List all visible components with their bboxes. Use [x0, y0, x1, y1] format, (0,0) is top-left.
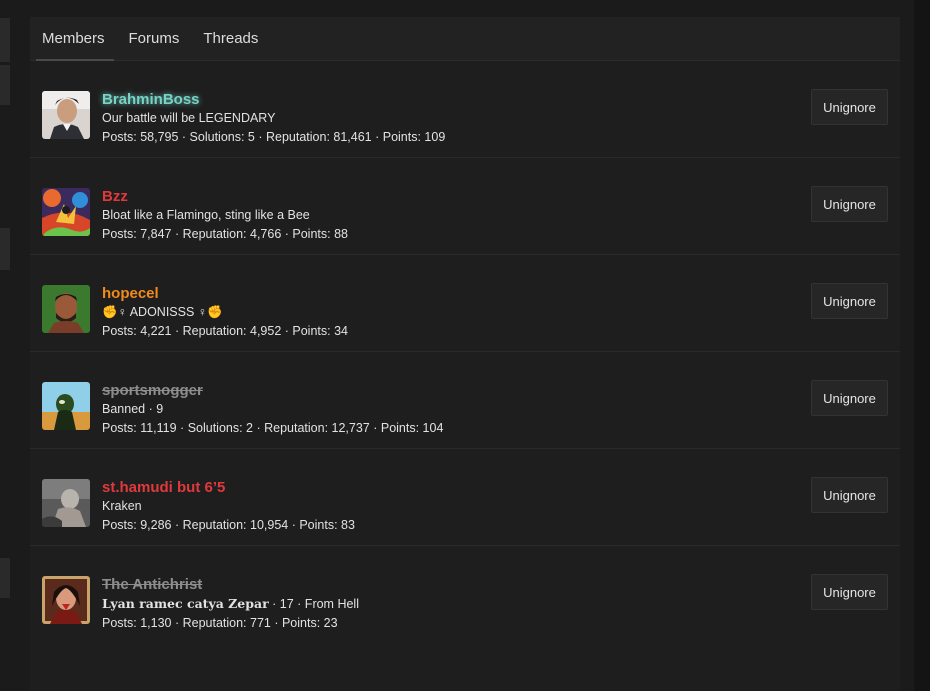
member-custom-title: Lyan ramec catya Zepar — [102, 596, 269, 611]
avatar[interactable] — [42, 91, 90, 139]
member-title-details: · 17 · From Hell — [268, 597, 359, 611]
left-panel-edge — [0, 228, 10, 270]
member-title: Kraken — [102, 499, 142, 513]
unignore-button[interactable]: Unignore — [811, 477, 888, 513]
tab-threads[interactable]: Threads — [194, 17, 267, 60]
tab-members[interactable]: Members — [33, 17, 114, 61]
member-stats: Posts: 58,795 · Solutions: 5 · Reputatio… — [102, 130, 446, 144]
member-stats: Posts: 11,119 · Solutions: 2 · Reputatio… — [102, 421, 444, 435]
member-title: Banned · 9 — [102, 402, 164, 416]
member-title: Our battle will be LEGENDARY — [102, 111, 276, 125]
member-stats: Posts: 7,847 · Reputation: 4,766 · Point… — [102, 227, 348, 241]
member-username[interactable]: st.hamudi but 6’5 — [102, 478, 355, 497]
member-stats: Posts: 1,130 · Reputation: 771 · Points:… — [102, 616, 338, 630]
member-row: hopecel ✊♀ ADONISSS ♀✊ Posts: 4,221 · Re… — [30, 255, 900, 352]
scrollbar-track[interactable] — [914, 0, 930, 691]
member-username[interactable]: Bzz — [102, 187, 348, 206]
member-title: Bloat like a Flamingo, sting like a Bee — [102, 208, 310, 222]
member-stats: Posts: 4,221 · Reputation: 4,952 · Point… — [102, 324, 348, 338]
member-username[interactable]: hopecel — [102, 284, 348, 303]
unignore-button[interactable]: Unignore — [811, 89, 888, 125]
unignore-button[interactable]: Unignore — [811, 186, 888, 222]
member-row: BrahminBoss Our battle will be LEGENDARY… — [30, 61, 900, 158]
unignore-button[interactable]: Unignore — [811, 283, 888, 319]
member-row: st.hamudi but 6’5 Kraken Posts: 9,286 · … — [30, 449, 900, 546]
member-username[interactable]: sportsmogger — [102, 381, 443, 400]
tab-forums[interactable]: Forums — [120, 17, 189, 60]
left-panel-edge — [0, 558, 10, 598]
avatar[interactable] — [42, 382, 90, 430]
avatar[interactable] — [42, 576, 90, 624]
left-panel-edge — [0, 18, 10, 62]
member-stats: Posts: 9,286 · Reputation: 10,954 · Poin… — [102, 518, 355, 532]
tab-bar: Members Forums Threads — [30, 17, 900, 61]
avatar[interactable] — [42, 479, 90, 527]
avatar[interactable] — [42, 285, 90, 333]
member-row: The Antichrist Lyan ramec catya Zepar · … — [30, 546, 900, 642]
avatar[interactable] — [42, 188, 90, 236]
member-row: Bzz Bloat like a Flamingo, sting like a … — [30, 158, 900, 255]
member-row: sportsmogger Banned · 9 Posts: 11,119 · … — [30, 352, 900, 449]
ignored-list-panel: Members Forums Threads BrahminBoss Our b… — [30, 17, 900, 691]
member-title: Lyan ramec catya Zepar · 17 · From Hell — [102, 594, 359, 614]
member-username[interactable]: BrahminBoss — [102, 90, 445, 109]
member-username[interactable]: The Antichrist — [102, 575, 359, 594]
member-title: ✊♀ ADONISSS ♀✊ — [102, 305, 223, 319]
left-panel-edge — [0, 65, 10, 105]
unignore-button[interactable]: Unignore — [811, 574, 888, 610]
unignore-button[interactable]: Unignore — [811, 380, 888, 416]
